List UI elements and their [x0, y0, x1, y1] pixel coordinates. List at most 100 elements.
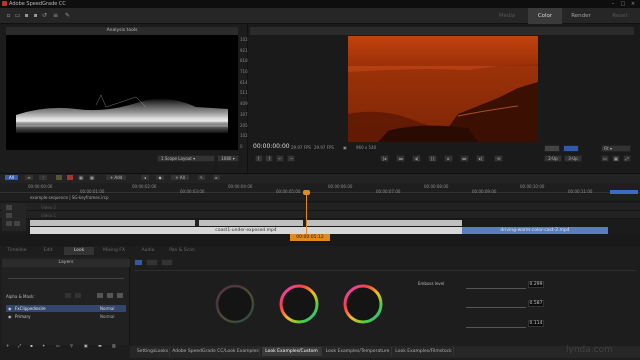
tab-filmstock[interactable]: Look Examples/Filmstock [394, 347, 454, 356]
save-icon[interactable]: ▪ [23, 12, 30, 19]
tab-timeline[interactable]: Timeline [2, 247, 32, 255]
playhead-handle[interactable] [303, 190, 310, 195]
fx-icon[interactable]: ✦ [42, 343, 45, 348]
add-layer-icon[interactable]: + [6, 343, 9, 348]
view-2up-button[interactable]: 2-Up [544, 155, 562, 162]
prev-keyframe-button[interactable]: ◂ [140, 174, 150, 181]
settings-wrench-icon[interactable]: ✎ [64, 12, 71, 19]
overlay-icon[interactable]: ▦ [612, 155, 620, 162]
slider-track[interactable] [466, 288, 526, 289]
link-icon[interactable]: ⚲ [70, 343, 73, 348]
tab-look-examples[interactable]: Adobe SpeedGrade CC/Look Examples [172, 347, 260, 356]
play-button[interactable]: ▸ [444, 155, 453, 162]
forward-button[interactable]: ▸ [212, 174, 221, 181]
layer-eye-icon[interactable]: ◉ [8, 314, 12, 319]
value-field-3[interactable]: 0.114 [528, 320, 544, 327]
loop-button[interactable]: ⟲ [494, 155, 503, 162]
clip-coast1[interactable]: coast1-under-exposed.mp4 [30, 227, 462, 234]
duplicate-icon[interactable]: ▪ [30, 343, 33, 348]
grid2-button[interactable]: ▦ [88, 174, 96, 181]
snapshot-button[interactable] [563, 145, 579, 152]
layer-mode: Normal [100, 314, 115, 319]
color-wheels[interactable] [210, 280, 390, 330]
minimize-button[interactable]: – [608, 0, 618, 8]
value-field-1[interactable]: 0.299 [528, 281, 544, 288]
tab-media[interactable]: Media [486, 8, 528, 24]
tab-reset[interactable]: Reset [600, 8, 640, 24]
snap-button[interactable]: ⋮ [38, 174, 48, 181]
keyframe-color-button[interactable] [55, 174, 63, 181]
close-button[interactable]: × [628, 0, 638, 8]
color-mode-tab[interactable] [146, 259, 158, 266]
folder-icon[interactable]: ▬ [98, 343, 102, 348]
grade-track-bar[interactable] [30, 220, 462, 226]
record-button[interactable] [66, 174, 74, 181]
keyframe-marker[interactable] [195, 220, 199, 226]
track-selection-button[interactable]: ≡ [24, 174, 34, 181]
cursor-tool-button[interactable]: ↖ [197, 174, 206, 181]
mask-button-4[interactable] [106, 292, 114, 299]
new-icon[interactable]: ▫ [5, 12, 12, 19]
track-lock-icon[interactable] [14, 221, 20, 226]
maximize-button[interactable]: □ [618, 0, 628, 8]
fullscreen-icon[interactable]: ⤢ [623, 155, 631, 162]
track-eye-icon[interactable] [6, 213, 12, 218]
delete-icon[interactable]: ▥ [112, 343, 116, 348]
value-field-2[interactable]: 0.587 [528, 300, 544, 307]
tab-custom[interactable]: Look Examples/Custom [262, 347, 322, 356]
scope-layout-dropdown[interactable]: 1 Scope Layout ▾ [157, 155, 215, 162]
move-icon[interactable]: ⤢ [18, 343, 21, 348]
view-3up-button[interactable]: 3-Up [564, 155, 582, 162]
curves-mode-tab[interactable] [161, 259, 173, 266]
grading-mode-button[interactable] [544, 145, 560, 152]
add-keyframe-button[interactable]: + Add [105, 174, 127, 181]
tab-render[interactable]: Render [562, 8, 600, 24]
tab-temperature[interactable]: Look Examples/Temperature [324, 347, 392, 356]
clip-driving[interactable]: driving-warm-color-cast-2.mp4 [462, 227, 608, 234]
playhead-line[interactable] [306, 191, 307, 235]
tab-look[interactable]: Look [64, 247, 94, 255]
step-back-button[interactable]: ◂◂ [396, 155, 405, 162]
next-keyframe-button[interactable]: ◆ [155, 174, 165, 181]
go-end-button[interactable]: ▸| [476, 155, 485, 162]
mark-out-button[interactable]: ] [265, 155, 273, 162]
save-as-icon[interactable]: ▪ [32, 12, 39, 19]
mask-button-5[interactable] [116, 292, 124, 299]
layer-item[interactable]: ◉ Primary Normal [6, 313, 126, 320]
tab-audio[interactable]: Audio [134, 247, 162, 255]
layer-eye-icon[interactable]: ◉ [8, 306, 12, 311]
prev-frame-button[interactable]: ◂| [412, 155, 421, 162]
track-eye-icon[interactable] [6, 205, 12, 210]
scope-quality-dropdown[interactable]: 1080 ▾ [217, 155, 239, 162]
layer-item-selected[interactable]: ◉ FxClippedinsire Normal [6, 305, 126, 312]
paste-icon[interactable]: ▣ [84, 343, 88, 348]
timeline-all-tab[interactable]: All [4, 174, 19, 181]
color-wheel-mode-icon[interactable] [134, 259, 143, 266]
revert-icon[interactable]: ↺ [41, 12, 48, 19]
slider-track[interactable] [466, 327, 526, 328]
slider-track[interactable] [466, 307, 526, 308]
open-folder-icon[interactable]: ▭ [14, 12, 21, 19]
next-frame-button[interactable]: ▸▸ [460, 155, 469, 162]
mask-button-1[interactable] [64, 292, 72, 299]
mark-in-button[interactable]: [ [255, 155, 263, 162]
track-eye-icon[interactable] [6, 221, 12, 226]
go-in-button[interactable]: ⌐ [276, 155, 284, 162]
mask-button-3[interactable] [96, 292, 104, 299]
tab-mixing-fx[interactable]: Mixing FX [96, 247, 132, 255]
tab-pan-scan[interactable]: Pan & Scan [164, 247, 200, 255]
zoom-dropdown[interactable]: Fit ▾ [601, 145, 631, 152]
all-keyframes-button[interactable]: + All [170, 174, 190, 181]
tab-settings-looks[interactable]: SettingsLooks [136, 347, 170, 356]
monitor-icon[interactable]: ▭ [601, 155, 609, 162]
ruler-label: 00:00:08:00 [424, 184, 449, 189]
tab-edit[interactable]: Edit [34, 247, 62, 255]
render-queue-icon[interactable]: ≡ [52, 12, 59, 19]
pause-button[interactable]: || [428, 155, 437, 162]
copy-icon[interactable]: ▭ [56, 343, 60, 348]
tab-color[interactable]: Color [528, 8, 562, 24]
go-start-button[interactable]: |◂ [380, 155, 389, 162]
grid-button[interactable]: ▦ [77, 174, 85, 181]
mask-button-2[interactable] [74, 292, 82, 299]
go-out-button[interactable]: ¬ [287, 155, 295, 162]
